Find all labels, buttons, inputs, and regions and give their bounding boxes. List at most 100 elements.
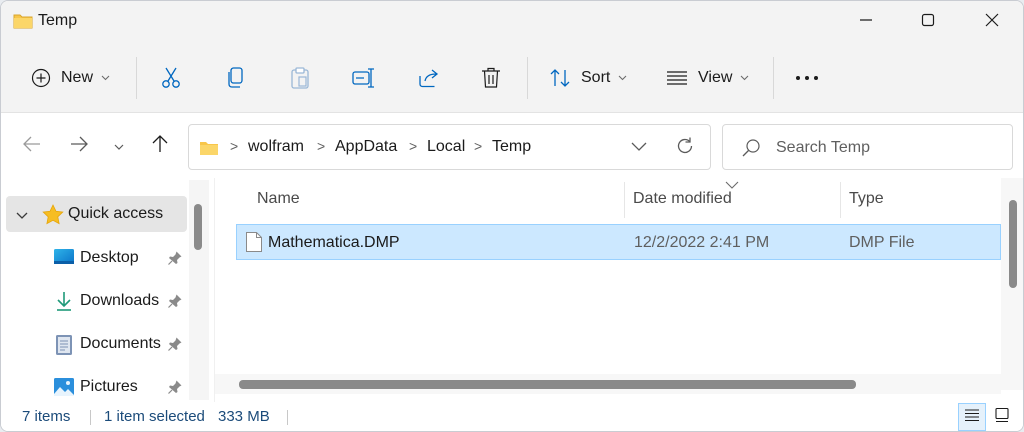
minimize-icon [859, 13, 873, 32]
horizontal-scrollbar[interactable] [215, 374, 1001, 394]
chevron-down-icon[interactable] [16, 207, 28, 225]
pin-icon[interactable] [167, 250, 183, 271]
file-name: Mathematica.DMP [268, 234, 400, 251]
breadcrumb-separator: > [230, 138, 239, 154]
address-dropdown-icon[interactable] [631, 139, 647, 157]
chevron-down-icon [114, 137, 124, 155]
rename-button[interactable] [352, 57, 376, 99]
scrollbar-thumb[interactable] [1009, 200, 1017, 288]
large-icons-view-icon [994, 407, 1010, 428]
column-header-date-modified[interactable]: Date modified [633, 190, 732, 208]
status-bar: 7 items 1 item selected 333 MB [1, 402, 1023, 431]
maximize-button[interactable] [897, 1, 959, 43]
large-icons-view-button[interactable] [988, 403, 1016, 431]
share-icon [418, 68, 440, 88]
file-list-pane: Name Date modified Type Mathematica.DMP … [214, 178, 1023, 402]
copy-icon [226, 67, 246, 89]
sort-icon [549, 68, 571, 88]
delete-icon [481, 67, 501, 89]
column-separator[interactable] [840, 182, 841, 218]
folder-icon [13, 13, 33, 29]
recent-locations-button[interactable] [105, 132, 133, 160]
sidebar-item-pictures[interactable]: Pictures [1, 369, 187, 405]
sort-label: Sort [581, 69, 611, 86]
sidebar-item-documents[interactable]: Documents [1, 326, 187, 362]
paste-icon [290, 67, 310, 89]
chevron-down-icon [618, 75, 627, 81]
breadcrumb-separator: > [317, 138, 326, 154]
sidebar-item-label: Pictures [80, 378, 138, 395]
minimize-button[interactable] [835, 1, 897, 43]
close-icon [985, 13, 999, 32]
sidebar-item-desktop[interactable]: Desktop [1, 240, 187, 276]
selection-size: 333 MB [218, 408, 270, 425]
command-separator [527, 57, 528, 99]
scrollbar-thumb[interactable] [239, 380, 856, 389]
view-icon [666, 70, 688, 86]
breadcrumb-wolfram[interactable]: wolfram [248, 138, 304, 156]
column-separator[interactable] [624, 182, 625, 218]
file-date-modified: 12/2/2022 2:41 PM [634, 234, 770, 251]
cut-button[interactable] [161, 57, 181, 99]
file-row[interactable]: Mathematica.DMP 12/2/2022 2:41 PM DMP Fi… [236, 224, 1001, 260]
window-title: Temp [38, 12, 78, 29]
details-view-button[interactable] [958, 403, 986, 431]
more-icon [795, 75, 819, 81]
plus-circle-icon [31, 68, 51, 88]
sidebar-item-quick-access[interactable]: Quick access [6, 196, 187, 232]
pin-icon[interactable] [167, 379, 183, 400]
command-bar: New Sort View [1, 43, 1023, 113]
downloads-icon [53, 291, 75, 311]
title-bar: Temp [1, 1, 1023, 43]
arrow-right-icon [70, 136, 88, 157]
forward-button[interactable] [65, 132, 93, 160]
sidebar-item-label: Quick access [68, 205, 164, 222]
share-button[interactable] [418, 57, 440, 99]
vertical-scrollbar[interactable] [1001, 178, 1023, 390]
scrollbar-thumb[interactable] [194, 204, 202, 250]
desktop-icon [53, 248, 75, 268]
search-box[interactable]: Search Temp [722, 124, 1013, 170]
view-button[interactable]: View [666, 57, 749, 99]
pin-icon[interactable] [167, 336, 183, 357]
delete-button[interactable] [481, 57, 501, 99]
copy-button[interactable] [226, 57, 246, 99]
search-placeholder: Search Temp [776, 139, 870, 156]
details-view-icon [964, 408, 980, 427]
sidebar-item-label: Desktop [80, 249, 139, 266]
file-type: DMP File [849, 234, 915, 251]
breadcrumb-separator: > [474, 138, 483, 154]
address-bar[interactable]: > wolfram > AppData > Local > Temp [188, 124, 711, 170]
documents-icon [53, 334, 75, 355]
navigation-pane-scrollbar[interactable] [189, 180, 209, 400]
pictures-icon [53, 377, 75, 397]
search-icon [741, 138, 761, 163]
up-button[interactable] [146, 132, 174, 160]
new-label: New [61, 69, 94, 86]
column-header-name[interactable]: Name [257, 190, 300, 208]
chevron-down-icon [101, 75, 110, 81]
item-count: 7 items [22, 408, 71, 425]
rename-icon [352, 67, 376, 89]
chevron-down-icon [740, 75, 749, 81]
paste-button[interactable] [290, 57, 310, 99]
navigation-pane: Quick access Desktop Downloads Documents… [1, 178, 213, 402]
folder-icon [199, 140, 219, 161]
close-button[interactable] [961, 1, 1023, 43]
more-options-button[interactable] [795, 57, 819, 99]
new-button[interactable]: New [31, 57, 110, 99]
status-separator [287, 410, 288, 425]
arrow-left-icon [23, 136, 41, 157]
star-icon [42, 204, 64, 230]
pin-icon[interactable] [167, 293, 183, 314]
breadcrumb-appdata[interactable]: AppData [335, 138, 397, 156]
sidebar-item-downloads[interactable]: Downloads [1, 283, 187, 319]
breadcrumb-local[interactable]: Local [427, 138, 465, 156]
breadcrumb-temp[interactable]: Temp [492, 138, 531, 156]
back-button[interactable] [18, 132, 46, 160]
command-separator [773, 57, 774, 99]
refresh-icon[interactable] [675, 136, 695, 161]
column-header-type[interactable]: Type [849, 190, 884, 208]
view-label: View [698, 69, 733, 86]
sort-button[interactable]: Sort [549, 57, 627, 99]
